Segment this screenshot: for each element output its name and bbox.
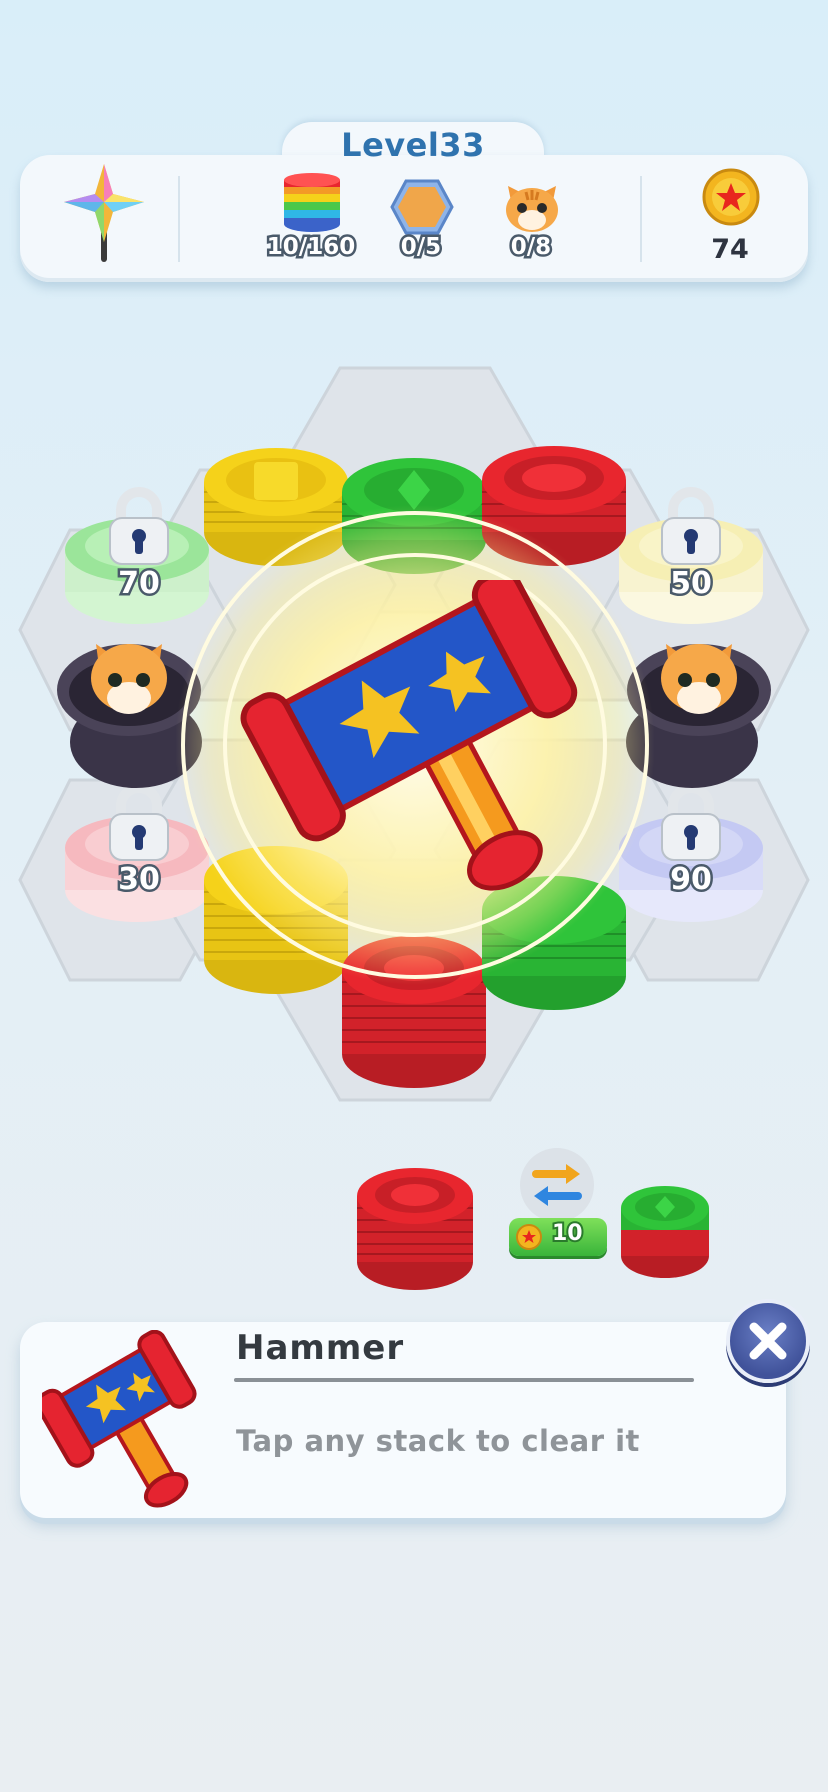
coin-icon (702, 168, 760, 226)
goal-cats-label: 0/8 (508, 232, 553, 263)
goal-stacks-label: 10/160 (264, 232, 357, 263)
tooltip-title: Hammer (236, 1328, 405, 1368)
hammer-icon (230, 569, 590, 920)
tooltip-divider (234, 1378, 694, 1382)
lock-icon (656, 782, 726, 862)
hexagon-tile-icon (390, 178, 454, 236)
cat-icon (502, 176, 562, 236)
lock-icon (104, 782, 174, 862)
rainbow-stack-icon (282, 172, 342, 234)
swap-arrows-icon (532, 1162, 582, 1208)
hammer-icon (35, 1329, 212, 1510)
dock-stack-green[interactable] (618, 1174, 712, 1284)
goal-hexagon-label: 0/5 (398, 232, 443, 263)
panel-divider-left (178, 176, 180, 262)
lock-icon (656, 486, 726, 566)
lock-icon (104, 486, 174, 566)
close-icon (746, 1319, 790, 1363)
coin-icon (516, 1224, 542, 1250)
panel-divider-right (640, 176, 642, 262)
level-title: Level33 (341, 126, 485, 164)
swap-price: 10 (550, 1219, 585, 1248)
tooltip-description: Tap any stack to clear it (236, 1424, 640, 1458)
dock-stack-red[interactable] (354, 1150, 476, 1300)
coin-count: 74 (711, 234, 749, 265)
star-wand-icon[interactable] (58, 160, 150, 268)
